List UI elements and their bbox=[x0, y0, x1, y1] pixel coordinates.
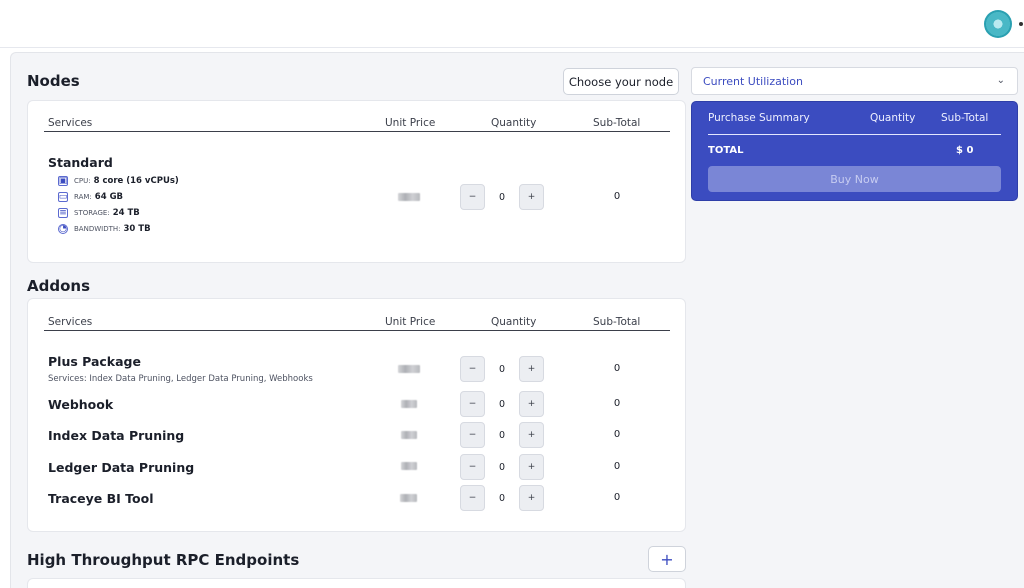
menu-dot-icon[interactable] bbox=[1019, 22, 1023, 26]
divider bbox=[708, 134, 1001, 135]
divider bbox=[44, 131, 670, 132]
subtotal-value: 0 bbox=[613, 398, 621, 409]
quantity-stepper[interactable]: − 0 + bbox=[460, 356, 544, 382]
addons-title: Addons bbox=[27, 277, 90, 295]
quantity-value: 0 bbox=[498, 363, 506, 375]
utilization-label: Current Utilization bbox=[703, 74, 803, 88]
summary-quantity-header: Quantity bbox=[870, 112, 916, 124]
ram-icon: ▭ bbox=[58, 192, 68, 202]
add-rpc-button[interactable]: + bbox=[648, 546, 686, 572]
quantity-value: 0 bbox=[498, 191, 506, 203]
choose-node-button[interactable]: Choose your node bbox=[563, 68, 679, 95]
divider bbox=[44, 330, 670, 331]
quantity-value: 0 bbox=[498, 429, 506, 441]
subtotal-value: 0 bbox=[613, 461, 621, 472]
bandwidth-icon: ◔ bbox=[58, 224, 68, 234]
services-header: Services bbox=[48, 316, 93, 328]
spec-bandwidth: ◔ BANDWIDTH: 30 TB bbox=[58, 224, 151, 234]
top-bar bbox=[0, 0, 1024, 48]
addon-name: Ledger Data Pruning bbox=[48, 460, 195, 475]
increment-button[interactable]: + bbox=[519, 391, 544, 417]
rpc-title: High Throughput RPC Endpoints bbox=[27, 551, 300, 569]
unit-price-redacted bbox=[401, 400, 417, 408]
services-header: Services bbox=[48, 117, 93, 129]
total-value: $ 0 bbox=[956, 145, 974, 156]
quantity-value: 0 bbox=[498, 398, 506, 410]
chevron-down-icon: ⌄ bbox=[996, 75, 1005, 86]
unit-price-redacted bbox=[398, 365, 420, 373]
addon-services: Services: Index Data Pruning, Ledger Dat… bbox=[48, 374, 313, 384]
subtotal-value: 0 bbox=[613, 363, 621, 374]
unit-price-redacted bbox=[401, 462, 417, 470]
decrement-button[interactable]: − bbox=[460, 184, 485, 210]
subtotal-header: Sub-Total bbox=[593, 316, 641, 328]
unit-price-redacted bbox=[401, 431, 417, 439]
plan-name: Standard bbox=[48, 155, 113, 170]
quantity-stepper[interactable]: − 0 + bbox=[460, 454, 544, 480]
current-utilization-dropdown[interactable]: Current Utilization ⌄ bbox=[691, 67, 1018, 95]
spec-storage: ≡ STORAGE: 24 TB bbox=[58, 208, 140, 218]
unit-price-redacted bbox=[400, 494, 417, 502]
addon-name: Plus Package bbox=[48, 354, 141, 369]
purchase-summary-panel: Purchase Summary Quantity Sub-Total TOTA… bbox=[691, 101, 1018, 201]
increment-button[interactable]: + bbox=[519, 184, 544, 210]
avatar[interactable] bbox=[984, 10, 1012, 38]
buy-now-button[interactable]: Buy Now bbox=[708, 166, 1001, 192]
total-label: TOTAL bbox=[708, 145, 744, 156]
subtotal-value: 0 bbox=[613, 492, 621, 503]
quantity-header: Quantity bbox=[491, 316, 537, 328]
unit-price-header: Unit Price bbox=[385, 316, 436, 328]
decrement-button[interactable]: − bbox=[460, 356, 485, 382]
quantity-value: 0 bbox=[498, 492, 506, 504]
addon-name: Index Data Pruning bbox=[48, 428, 185, 443]
summary-subtotal-header: Sub-Total bbox=[941, 112, 989, 124]
storage-icon: ≡ bbox=[58, 208, 68, 218]
quantity-header: Quantity bbox=[491, 117, 537, 129]
decrement-button[interactable]: − bbox=[460, 454, 485, 480]
unit-price-redacted bbox=[398, 193, 420, 201]
quantity-stepper[interactable]: − 0 + bbox=[460, 184, 544, 210]
addon-name: Webhook bbox=[48, 397, 114, 412]
increment-button[interactable]: + bbox=[519, 454, 544, 480]
subtotal-value: 0 bbox=[613, 191, 621, 202]
decrement-button[interactable]: − bbox=[460, 391, 485, 417]
decrement-button[interactable]: − bbox=[460, 422, 485, 448]
subtotal-value: 0 bbox=[613, 429, 621, 440]
increment-button[interactable]: + bbox=[519, 485, 544, 511]
increment-button[interactable]: + bbox=[519, 356, 544, 382]
increment-button[interactable]: + bbox=[519, 422, 544, 448]
spec-ram: ▭ RAM: 64 GB bbox=[58, 192, 124, 202]
spec-cpu: ▣ CPU: 8 core (16 vCPUs) bbox=[58, 176, 179, 186]
quantity-stepper[interactable]: − 0 + bbox=[460, 485, 544, 511]
subtotal-header: Sub-Total bbox=[593, 117, 641, 129]
quantity-stepper[interactable]: − 0 + bbox=[460, 422, 544, 448]
cpu-icon: ▣ bbox=[58, 176, 68, 186]
addon-name: Traceye BI Tool bbox=[48, 491, 154, 506]
decrement-button[interactable]: − bbox=[460, 485, 485, 511]
unit-price-header: Unit Price bbox=[385, 117, 436, 129]
summary-title: Purchase Summary bbox=[708, 112, 810, 124]
quantity-value: 0 bbox=[498, 461, 506, 473]
rpc-card bbox=[27, 578, 686, 588]
nodes-title: Nodes bbox=[27, 72, 80, 90]
quantity-stepper[interactable]: − 0 + bbox=[460, 391, 544, 417]
